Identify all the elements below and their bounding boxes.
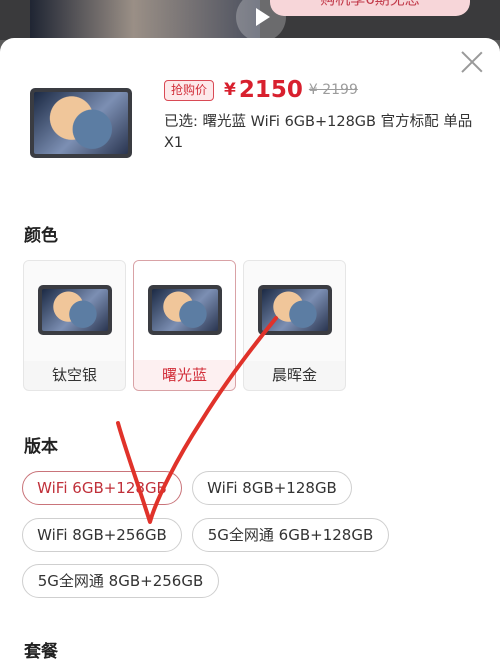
price-row: 抢购价 ¥ 2150 ¥ 2199 bbox=[164, 77, 358, 103]
color-option-blue[interactable]: 曙光蓝 bbox=[133, 260, 236, 391]
color-option-image bbox=[24, 261, 125, 361]
close-icon[interactable] bbox=[460, 50, 484, 74]
currency-symbol: ¥ bbox=[224, 80, 236, 100]
version-option-5g-8-256[interactable]: 5G全网通 8GB+256GB bbox=[22, 564, 219, 598]
product-thumbnail bbox=[28, 86, 134, 160]
color-option-image bbox=[134, 261, 235, 361]
color-option-label: 曙光蓝 bbox=[134, 360, 235, 390]
flash-sale-tag: 抢购价 bbox=[164, 79, 215, 101]
current-price: 2150 bbox=[238, 77, 303, 103]
color-option-label: 钛空银 bbox=[51, 366, 97, 384]
color-option-label: 晨晖金 bbox=[271, 366, 317, 384]
original-price: ¥ 2199 bbox=[308, 82, 358, 98]
version-option-wifi-8-128[interactable]: WiFi 8GB+128GB bbox=[192, 471, 352, 505]
selected-spec-summary: 已选: 曙光蓝 WiFi 6GB+128GB 官方标配 单品 X1 bbox=[164, 114, 473, 151]
color-option-image bbox=[244, 261, 345, 361]
section-title-color: 颜色 bbox=[24, 226, 58, 246]
section-title-package: 套餐 bbox=[24, 642, 58, 659]
color-option-gold[interactable]: 晨晖金 bbox=[243, 260, 346, 391]
version-option-wifi-8-256[interactable]: WiFi 8GB+256GB bbox=[22, 518, 182, 552]
spec-selection-sheet: 抢购价 ¥ 2150 ¥ 2199 已选: 曙光蓝 WiFi 6GB+128GB… bbox=[0, 38, 500, 659]
version-option-5g-6-128[interactable]: 5G全网通 6GB+128GB bbox=[192, 518, 389, 552]
version-option-wifi-6-128[interactable]: WiFi 6GB+128GB bbox=[22, 471, 182, 505]
promo-banner: 购机享6期免息 bbox=[270, 0, 470, 16]
background-page: 购机享6期免息 bbox=[0, 0, 500, 40]
color-option-silver[interactable]: 钛空银 bbox=[23, 260, 126, 391]
background-product-image bbox=[30, 0, 260, 40]
section-title-version: 版本 bbox=[24, 437, 58, 457]
